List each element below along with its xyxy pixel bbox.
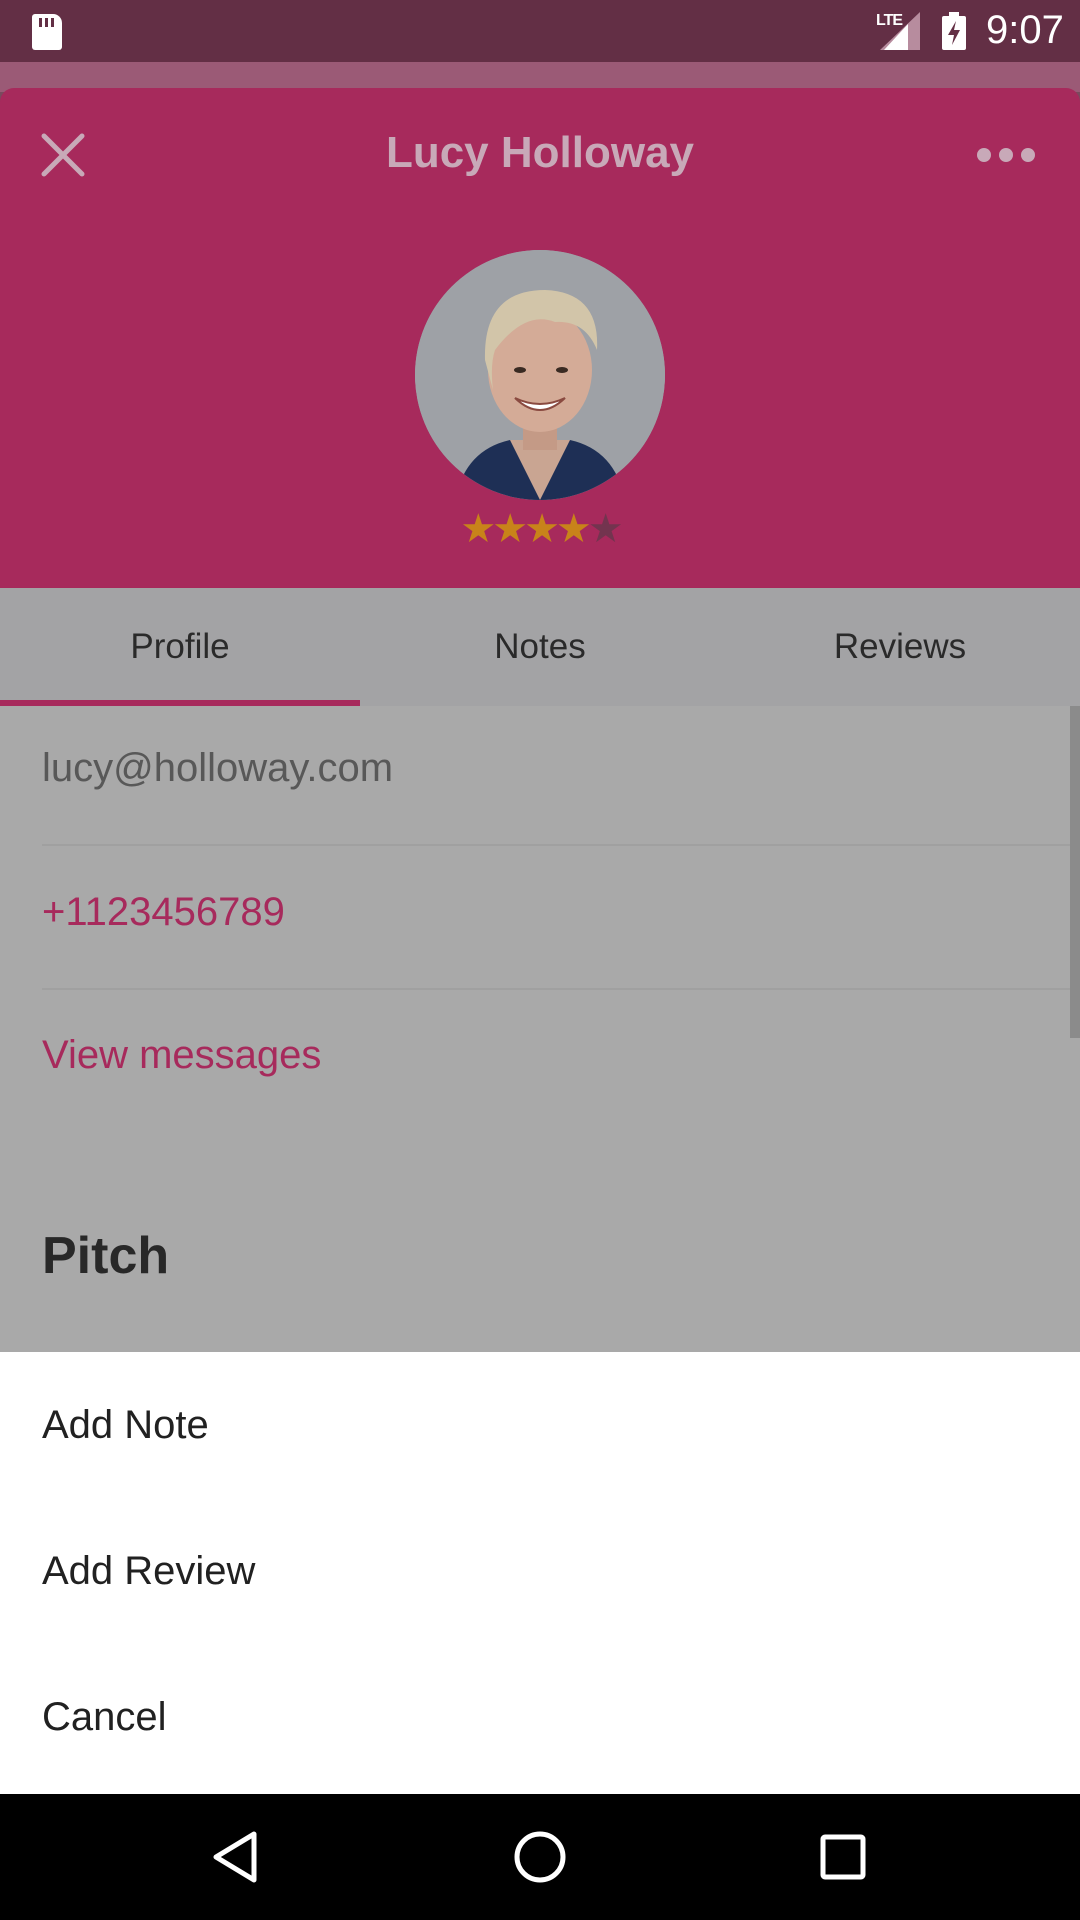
divider [42,988,1080,990]
pitch-heading: Pitch [42,1227,170,1285]
signal-icon [880,12,920,50]
phone-link[interactable]: +1123456789 [42,890,1080,935]
profile-header: Lucy Holloway ★★★★★ [0,88,1080,588]
add-review-button[interactable]: Add Review [0,1498,1080,1644]
star-empty-icon: ★ [587,507,624,551]
avatar [415,250,665,500]
sd-card-icon [32,14,62,50]
navigation-bar [0,1794,1080,1920]
star-filled-icon: ★ [460,507,496,551]
status-bar: LTE 9:07 [0,0,1080,62]
contact-card: Lucy Holloway ★★★★★ Profile Notes Review… [0,88,1080,1352]
action-sheet: Add Note Add Review Cancel [0,1352,1080,1794]
divider [42,844,1080,846]
tab-profile[interactable]: Profile [0,588,360,706]
star-filled-icon: ★ [555,507,592,551]
home-icon[interactable] [505,1822,575,1892]
cancel-button[interactable]: Cancel [0,1644,1080,1790]
battery-charging-icon [942,12,966,50]
recents-icon[interactable] [808,1822,878,1892]
star-filled-icon: ★ [492,507,528,551]
email-value[interactable]: lucy@holloway.com [42,746,1080,791]
profile-content: lucy@holloway.com +1123456789 View messa… [0,706,1080,1352]
tab-notes[interactable]: Notes [360,588,720,706]
tab-reviews[interactable]: Reviews [720,588,1080,706]
clock: 9:07 [986,8,1064,52]
star-filled-icon: ★ [524,507,560,551]
rating-stars: ★★★★★ [0,506,1080,552]
more-horizontal-icon[interactable] [976,142,1036,168]
tab-bar: Profile Notes Reviews [0,588,1080,706]
view-messages-link[interactable]: View messages [42,1033,1080,1078]
scrollbar[interactable] [1070,706,1080,1038]
back-icon[interactable] [200,1822,270,1892]
page-title: Lucy Holloway [385,128,695,177]
add-note-button[interactable]: Add Note [0,1352,1080,1498]
